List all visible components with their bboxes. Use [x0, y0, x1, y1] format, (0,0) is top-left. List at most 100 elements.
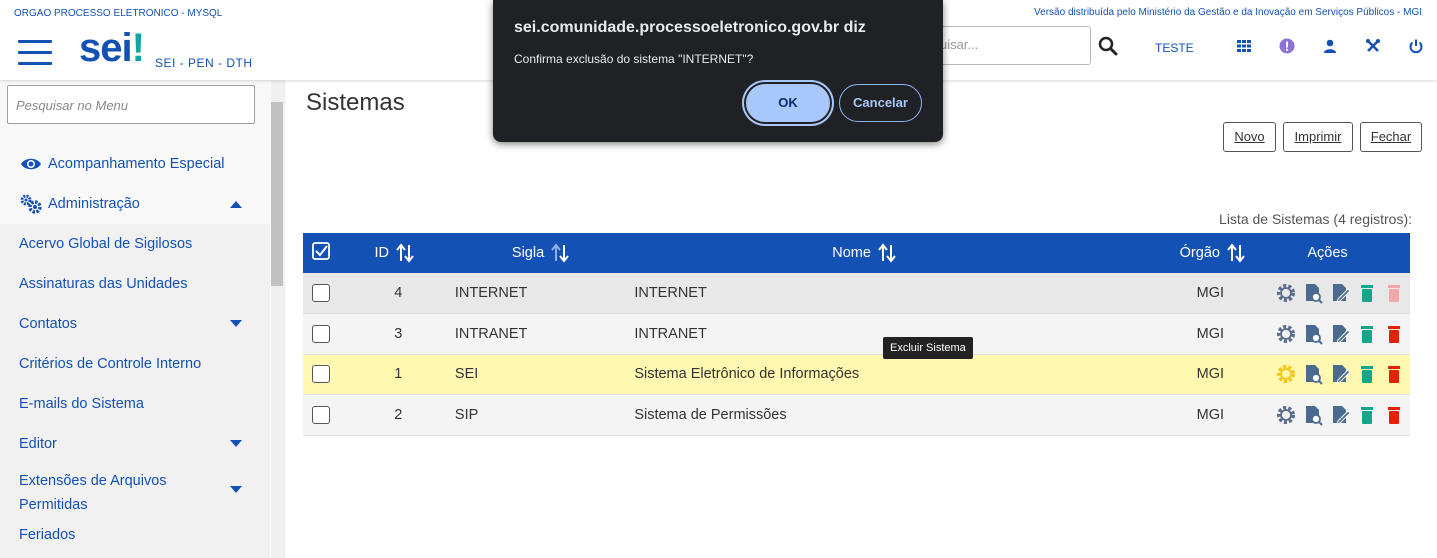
system-name: SEI - PEN - DTH: [155, 56, 253, 70]
gears-icon: [20, 194, 42, 214]
cell-acoes: [1245, 394, 1410, 436]
cell-acoes: [1245, 273, 1410, 314]
sidebar-item-administracao[interactable]: Administração: [0, 194, 270, 216]
sort-icon[interactable]: [1227, 243, 1245, 263]
table-row[interactable]: 3 INTRANET INTRANET MGI: [303, 313, 1410, 355]
sidebar-item-extensoes[interactable]: Extensões de Arquivos Permitidas: [0, 464, 270, 516]
cell-nome: INTRANET: [625, 313, 1103, 355]
cell-orgao: MGI: [1102, 273, 1245, 314]
menu-search-input[interactable]: Pesquisar no Menu: [7, 85, 255, 124]
view-document-icon[interactable]: [1302, 363, 1324, 385]
row-checkbox[interactable]: [312, 324, 330, 343]
search-icon[interactable]: [1098, 36, 1118, 56]
sort-icon[interactable]: [396, 243, 414, 263]
trash-icon[interactable]: [1356, 404, 1378, 426]
col-nome[interactable]: Nome: [625, 233, 1103, 273]
cell-sigla: SIP: [447, 394, 626, 436]
cell-orgao: MGI: [1102, 394, 1245, 436]
imprimir-button[interactable]: Imprimir: [1283, 122, 1353, 152]
row-checkbox[interactable]: [312, 405, 330, 424]
logo[interactable]: sei!: [79, 26, 145, 71]
sort-icon[interactable]: [551, 243, 569, 263]
row-checkbox[interactable]: [312, 365, 330, 384]
sidebar-item-criterios[interactable]: Critérios de Controle Interno: [0, 344, 270, 384]
sidebar-scroll-thumb[interactable]: [271, 102, 283, 286]
gear-icon[interactable]: [1275, 323, 1297, 345]
cell-acoes: [1245, 354, 1410, 395]
edit-document-icon[interactable]: [1329, 323, 1351, 345]
delete-icon[interactable]: [1383, 323, 1405, 345]
trash-icon[interactable]: [1356, 323, 1378, 345]
col-acoes: Ações: [1245, 233, 1410, 273]
sidebar-item-label: Critérios de Controle Interno: [19, 356, 202, 372]
sidebar-item-label: Contatos: [19, 316, 78, 332]
select-all-header[interactable]: [303, 233, 341, 273]
gear-icon[interactable]: [1275, 363, 1297, 385]
sidebar-item-emails[interactable]: E-mails do Sistema: [0, 384, 270, 424]
col-id-label: ID: [374, 244, 390, 261]
page-title: Sistemas: [306, 89, 405, 116]
chevron-down-icon[interactable]: [230, 486, 242, 493]
col-orgao[interactable]: Órgão: [1102, 233, 1245, 273]
grid-icon[interactable]: [1236, 38, 1252, 54]
confirm-dialog: sei.comunidade.processoeletronico.gov.br…: [493, 0, 943, 142]
sidebar-item-feriados[interactable]: Feriados: [0, 516, 270, 558]
user-icon[interactable]: [1322, 38, 1338, 54]
list-caption: Lista de Sistemas (4 registros):: [1219, 211, 1412, 227]
chevron-down-icon[interactable]: [230, 440, 242, 447]
gear-icon[interactable]: [1275, 282, 1297, 304]
view-document-icon[interactable]: [1302, 323, 1324, 345]
menu-toggle-icon[interactable]: [18, 40, 52, 66]
sidebar-item-label: Acompanhamento Especial: [48, 156, 225, 172]
cancel-button[interactable]: Cancelar: [839, 84, 922, 122]
sidebar-item-editor[interactable]: Editor: [0, 424, 270, 464]
trash-icon[interactable]: [1356, 282, 1378, 304]
logo-dot: !: [131, 26, 145, 70]
cell-id: 4: [340, 273, 448, 314]
delete-icon[interactable]: [1383, 363, 1405, 385]
edit-document-icon[interactable]: [1329, 363, 1351, 385]
view-document-icon[interactable]: [1302, 404, 1324, 426]
sidebar-item-label: Assinaturas das Unidades: [19, 276, 188, 292]
trash-icon[interactable]: [1356, 363, 1378, 385]
edit-document-icon[interactable]: [1329, 282, 1351, 304]
ok-button[interactable]: OK: [746, 84, 830, 122]
col-id[interactable]: ID: [340, 233, 448, 273]
cell-id: 1: [340, 354, 448, 395]
sidebar: Pesquisar no Menu Acompanhamento Especia…: [0, 80, 286, 558]
chevron-up-icon[interactable]: [230, 201, 242, 208]
table-row[interactable]: 1 SEI Sistema Eletrônico de Informações MGI: [303, 354, 1410, 395]
fechar-button[interactable]: Fechar: [1360, 122, 1422, 152]
view-document-icon[interactable]: [1302, 282, 1324, 304]
tools-icon[interactable]: [1365, 38, 1381, 54]
row-checkbox[interactable]: [312, 284, 330, 302]
gear-icon[interactable]: [1275, 404, 1297, 426]
row-select-cell: [303, 394, 341, 436]
sort-icon[interactable]: [878, 243, 896, 263]
distribution-note: Versão distribuída pelo Ministério da Ge…: [1034, 7, 1422, 18]
unit-selector[interactable]: TESTE: [1155, 41, 1194, 55]
sidebar-item-label: Feriados: [19, 527, 76, 543]
sidebar-item-contatos[interactable]: Contatos: [0, 304, 270, 344]
dialog-title: sei.comunidade.processoeletronico.gov.br…: [514, 19, 866, 36]
alert-icon[interactable]: [1279, 38, 1295, 54]
edit-document-icon[interactable]: [1329, 404, 1351, 426]
org-name: ORGAO PROCESSO ELETRONICO - MYSQL: [14, 8, 223, 19]
delete-icon[interactable]: [1383, 404, 1405, 426]
col-sigla[interactable]: Sigla: [447, 233, 626, 273]
select-all-checkbox-icon[interactable]: [312, 242, 330, 260]
cell-nome: INTERNET: [625, 273, 1103, 314]
novo-button[interactable]: Novo: [1223, 122, 1276, 152]
table-row[interactable]: 4 INTERNET INTERNET MGI: [303, 273, 1410, 314]
power-icon[interactable]: [1408, 38, 1424, 54]
delete-icon[interactable]: [1383, 282, 1405, 304]
dialog-message: Confirma exclusão do sistema "INTERNET"?: [514, 52, 754, 66]
chevron-down-icon[interactable]: [230, 320, 242, 327]
logo-text: sei: [79, 26, 133, 70]
table-header: ID Sigla Nome Órgão Ações: [303, 233, 1410, 273]
sidebar-item-assinaturas[interactable]: Assinaturas das Unidades: [0, 264, 270, 304]
sidebar-item-label: Editor: [19, 436, 57, 452]
sidebar-item-acervo[interactable]: Acervo Global de Sigilosos: [0, 224, 270, 264]
sidebar-item-acompanhamento[interactable]: Acompanhamento Especial: [0, 156, 270, 176]
table-row[interactable]: 2 SIP Sistema de Permissões MGI: [303, 394, 1410, 436]
